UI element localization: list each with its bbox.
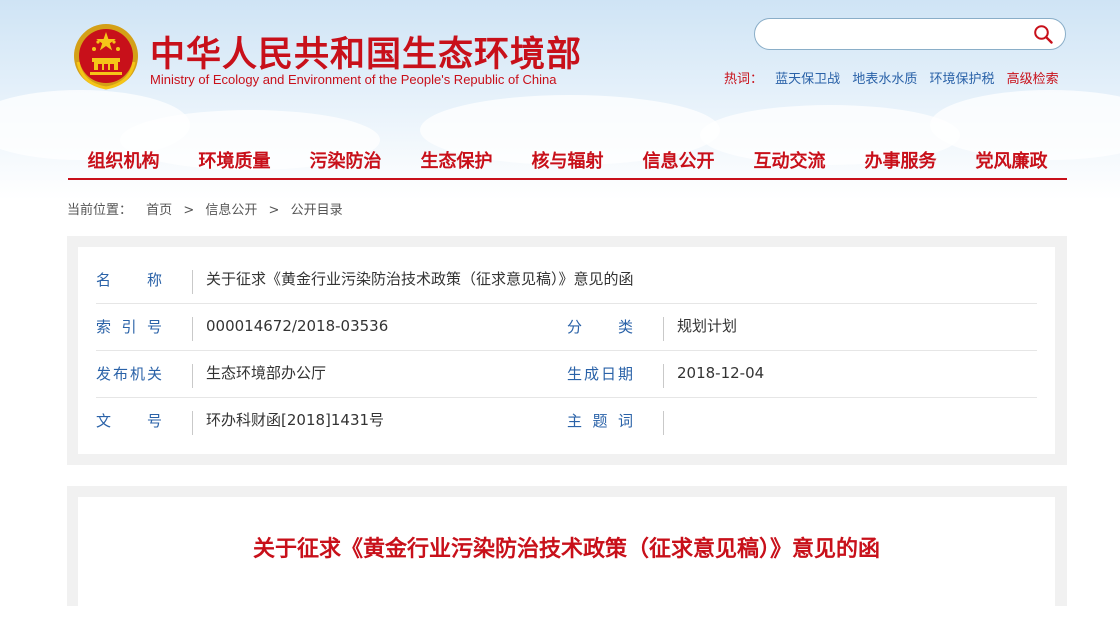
info-divider (663, 317, 664, 341)
info-value-name: 关于征求《黄金行业污染防治技术政策（征求意见稿）》意见的函 (206, 270, 634, 288)
info-divider (192, 317, 193, 341)
search-icon[interactable] (1033, 24, 1053, 44)
info-row-issuer: 发布机关 生态环境部办公厅 生成日期 2018-12-04 (96, 351, 1037, 398)
article-body: 关于征求《黄金行业污染防治技术政策（征求意见稿）》意见的函 (78, 497, 1055, 617)
national-emblem-icon (74, 24, 138, 90)
nav-item-interaction[interactable]: 互动交流 (748, 148, 832, 178)
search-input[interactable] (769, 24, 1023, 46)
nav-item-environment-quality[interactable]: 环境质量 (193, 148, 277, 178)
main-nav: 组织机构 环境质量 污染防治 生态保护 核与辐射 信息公开 互动交流 办事服务 … (68, 148, 1067, 180)
hot-link-blue-sky[interactable]: 蓝天保卫战 (775, 72, 840, 87)
info-label-subject: 主题词 (567, 412, 633, 430)
info-divider (663, 364, 664, 388)
info-label-docno: 文 号 (96, 412, 162, 430)
hot-search-label: 热词： (724, 72, 764, 87)
site-title-english[interactable]: Ministry of Ecology and Environment of t… (150, 72, 556, 87)
info-row-docno: 文 号 环办科财函[2018]1431号 主题词 (96, 398, 1037, 444)
info-label-category: 分 类 (567, 318, 633, 336)
nav-item-info-disclosure[interactable]: 信息公开 (637, 148, 721, 178)
breadcrumb-info-disclosure[interactable]: 信息公开 (205, 203, 257, 218)
info-label-issuer: 发布机关 (96, 365, 162, 383)
info-divider (663, 411, 664, 435)
article-panel: 关于征求《黄金行业污染防治技术政策（征求意见稿）》意见的函 (67, 486, 1067, 617)
info-divider (192, 411, 193, 435)
advanced-search-link[interactable]: 高级检索 (1007, 72, 1059, 87)
info-divider (192, 364, 193, 388)
nav-item-nuclear-radiation[interactable]: 核与辐射 (526, 148, 610, 178)
info-value-issuer: 生态环境部办公厅 (206, 364, 327, 382)
info-value-docno: 环办科财函[2018]1431号 (206, 411, 385, 429)
info-label-date: 生成日期 (567, 365, 633, 383)
breadcrumb-label: 当前位置： (67, 203, 133, 218)
info-value-index: 000014672/2018-03536 (206, 317, 389, 335)
hot-link-surface-water[interactable]: 地表水水质 (852, 72, 917, 87)
breadcrumb-home[interactable]: 首页 (146, 203, 172, 218)
info-value-category: 规划计划 (677, 317, 738, 335)
breadcrumb-separator: > (183, 203, 195, 218)
breadcrumb-separator: > (268, 203, 280, 218)
info-row-index: 索引号 000014672/2018-03536 分 类 规划计划 (96, 304, 1037, 351)
search-box[interactable] (754, 18, 1066, 50)
info-label-index: 索引号 (96, 318, 162, 336)
hot-search: 热词： 蓝天保卫战 地表水水质 环境保护税 高级检索 (724, 68, 1059, 87)
breadcrumb-catalog[interactable]: 公开目录 (291, 203, 343, 218)
info-divider (192, 270, 193, 294)
info-value-date: 2018-12-04 (677, 364, 765, 382)
breadcrumb: 当前位置： 首页 > 信息公开 > 公开目录 (67, 199, 343, 218)
nav-item-pollution-control[interactable]: 污染防治 (304, 148, 388, 178)
article-title: 关于征求《黄金行业污染防治技术政策（征求意见稿）》意见的函 (252, 537, 880, 562)
hot-link-environment-tax[interactable]: 环境保护税 (929, 72, 994, 87)
info-row-name: 名 称 关于征求《黄金行业污染防治技术政策（征求意见稿）》意见的函 (96, 257, 1037, 304)
nav-item-party-integrity[interactable]: 党风廉政 (970, 148, 1054, 178)
document-info-table: 名 称 关于征求《黄金行业污染防治技术政策（征求意见稿）》意见的函 索引号 00… (78, 247, 1055, 454)
nav-item-ecology[interactable]: 生态保护 (415, 148, 499, 178)
info-label-name: 名 称 (96, 271, 162, 289)
nav-item-organization[interactable]: 组织机构 (82, 148, 166, 178)
site-title[interactable]: 中华人民共和国生态环境部 (150, 26, 582, 77)
document-info-panel: 名 称 关于征求《黄金行业污染防治技术政策（征求意见稿）》意见的函 索引号 00… (67, 236, 1067, 465)
nav-item-services[interactable]: 办事服务 (859, 148, 943, 178)
